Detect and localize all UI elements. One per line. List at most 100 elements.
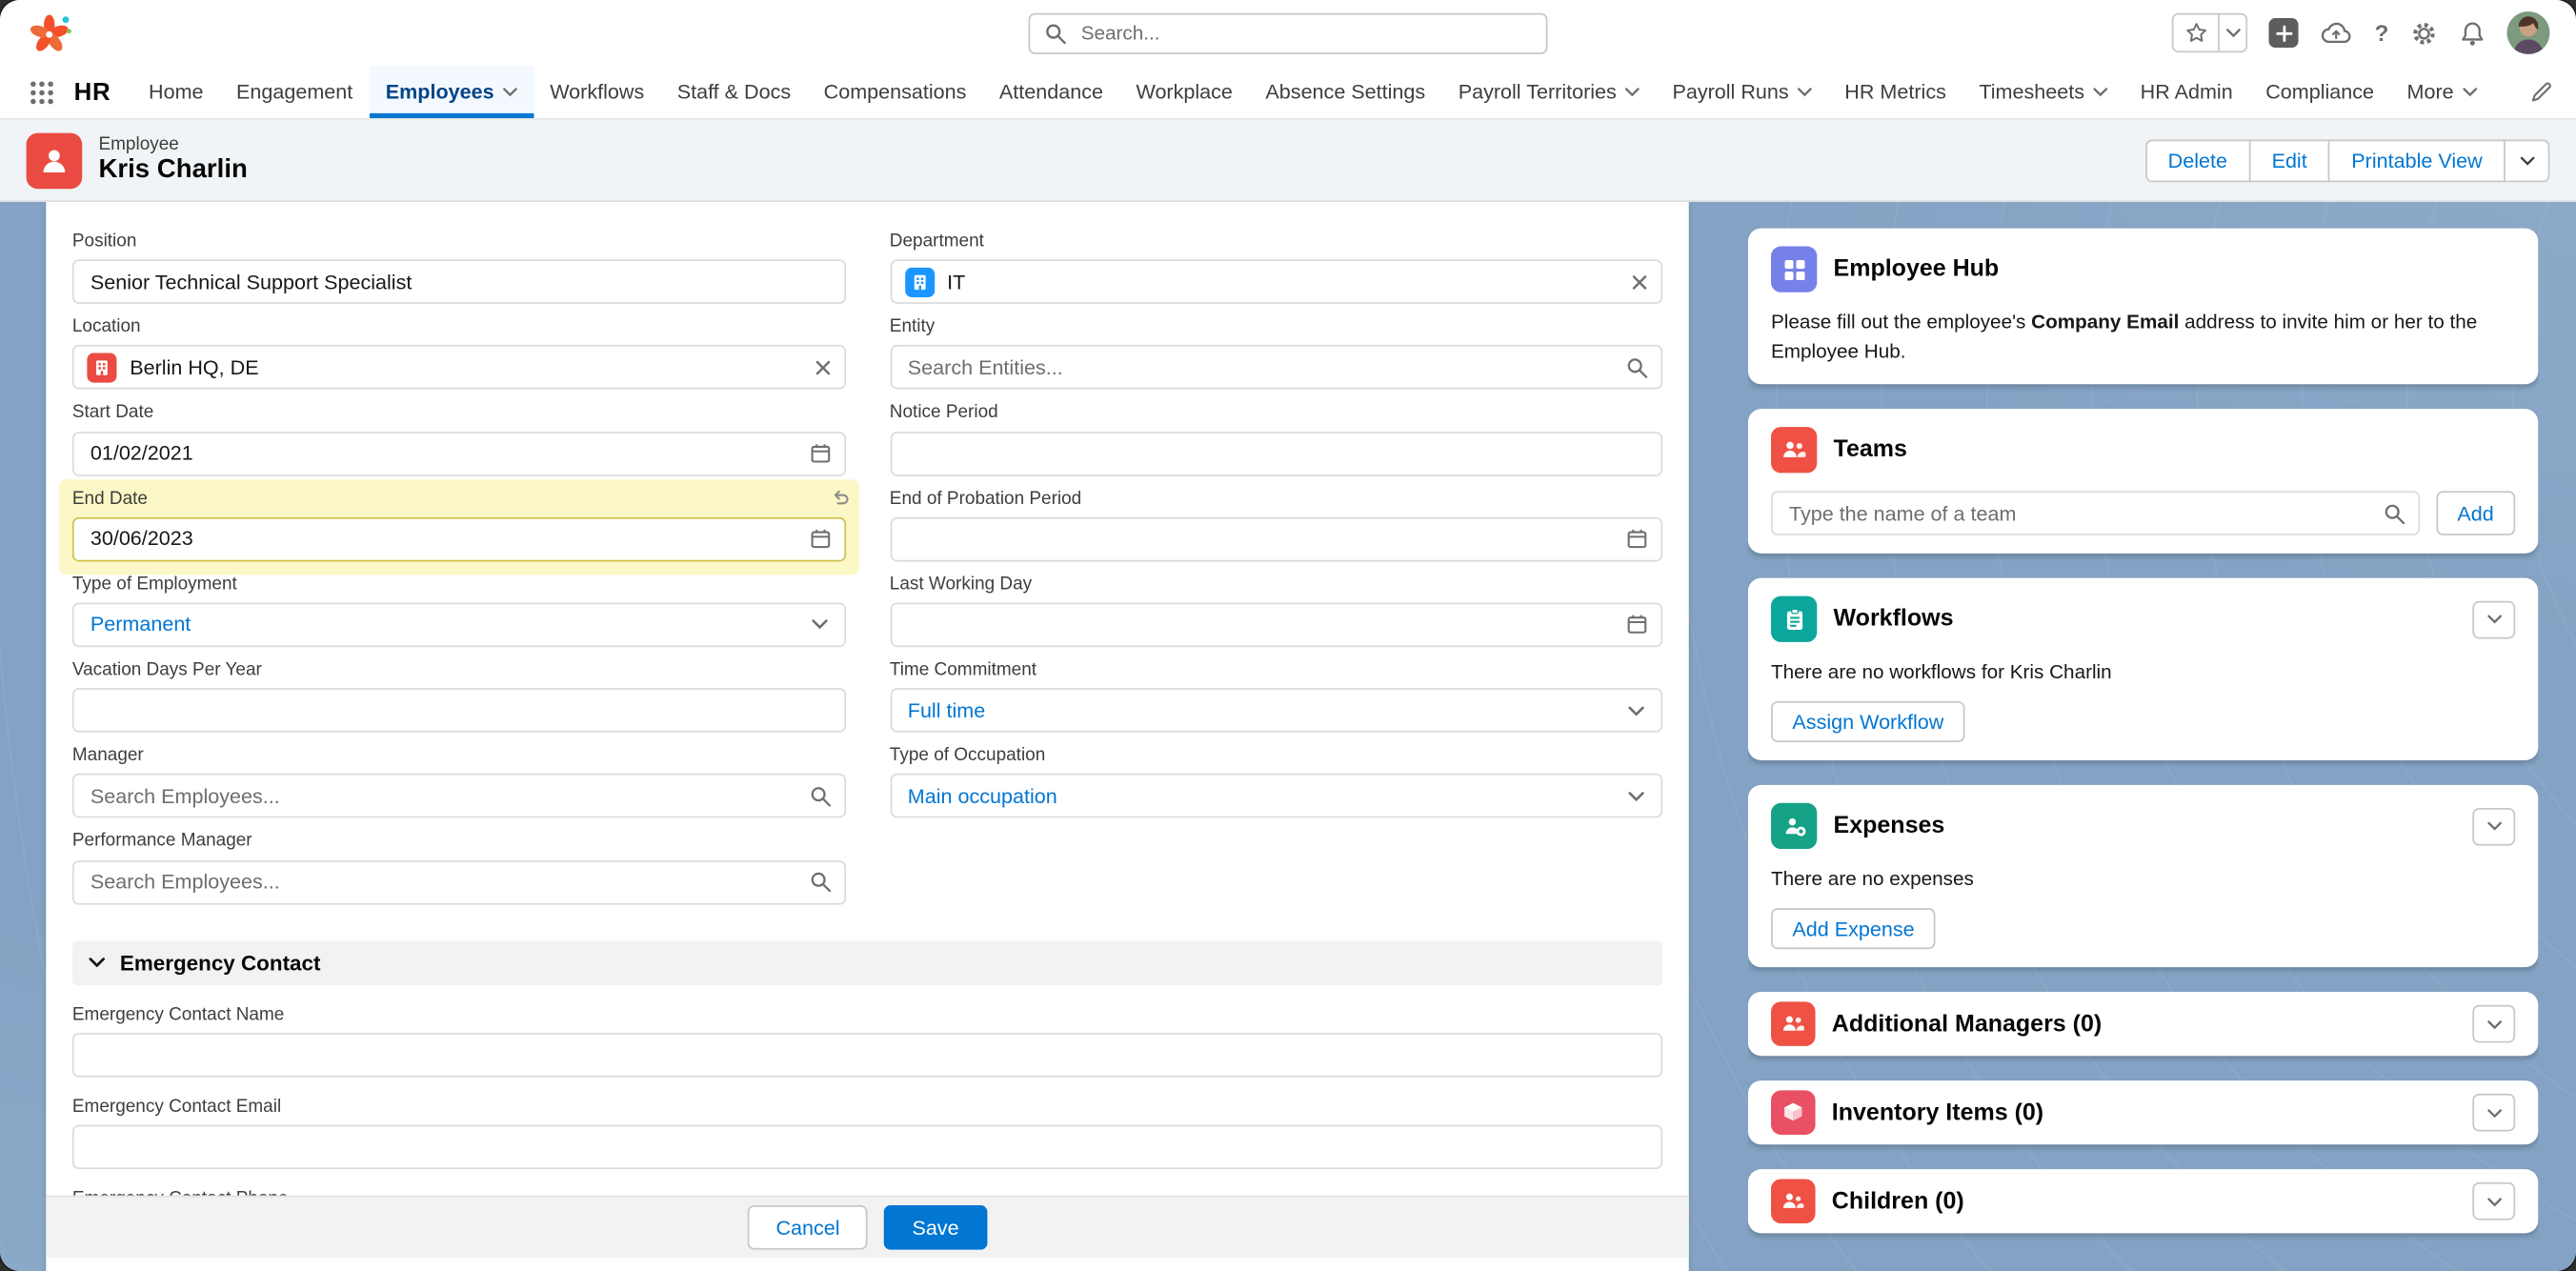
tab-label: Absence Settings — [1265, 80, 1425, 103]
emergency-contact-name-input[interactable] — [72, 1033, 1662, 1078]
department-lookup[interactable]: IT — [890, 260, 1662, 305]
user-avatar[interactable] — [2507, 11, 2550, 54]
workflows-menu-button[interactable] — [2472, 600, 2515, 638]
card-title: Expenses — [1834, 813, 1945, 839]
calendar-icon[interactable] — [1626, 614, 1647, 635]
position-input[interactable] — [72, 260, 845, 305]
emergency-contact-email-input[interactable] — [72, 1124, 1662, 1169]
tab-workplace[interactable]: Workplace — [1119, 66, 1249, 118]
chevron-down-icon — [811, 620, 827, 630]
vacation-days-per-year-input[interactable] — [72, 688, 845, 733]
end-date-input[interactable] — [72, 516, 845, 561]
setup-gear-icon[interactable] — [2410, 19, 2438, 47]
tab-compliance[interactable]: Compliance — [2249, 66, 2390, 118]
search-icon — [1626, 357, 1647, 378]
employee-hub-text: Please fill out the employee's Company E… — [1771, 307, 2515, 366]
clear-icon[interactable] — [1631, 273, 1647, 290]
calendar-icon[interactable] — [809, 443, 830, 464]
field-location: Location Berlin HQ, DE — [72, 317, 845, 390]
save-button[interactable]: Save — [884, 1205, 987, 1250]
performance-manager-search-input[interactable] — [72, 859, 845, 904]
tab-workflows[interactable]: Workflows — [533, 66, 661, 118]
delete-button[interactable]: Delete — [2145, 139, 2251, 182]
add-expense-button[interactable]: Add Expense — [1771, 908, 1936, 949]
global-search[interactable] — [1029, 12, 1548, 53]
notice-period-input[interactable] — [890, 432, 1662, 476]
record-name: Kris Charlin — [98, 156, 247, 186]
tab-attendance[interactable]: Attendance — [983, 66, 1120, 118]
favorites-star-icon[interactable] — [2174, 15, 2219, 51]
tab-hr-metrics[interactable]: HR Metrics — [1828, 66, 1962, 118]
emergency-contact-section-header[interactable]: Emergency Contact — [72, 940, 1662, 985]
tab-more[interactable]: More — [2390, 66, 2493, 118]
children-menu-button[interactable] — [2472, 1182, 2515, 1221]
field-label: Department — [890, 232, 1662, 253]
company-email-bold: Company Email — [2031, 311, 2179, 333]
start-date-input[interactable] — [72, 432, 845, 476]
tab-engagement[interactable]: Engagement — [220, 66, 370, 118]
tab-label: Engagement — [236, 80, 352, 103]
field-label: Entity — [890, 317, 1662, 339]
tab-payroll-territories[interactable]: Payroll Territories — [1441, 66, 1656, 118]
form-footer: Cancel Save — [46, 1196, 1688, 1258]
field-label: Manager — [72, 746, 845, 768]
calendar-icon[interactable] — [1626, 529, 1647, 550]
field-time-commitment: Time Commitment Full time — [890, 660, 1662, 733]
field-label: Notice Period — [890, 403, 1662, 425]
tab-absence-settings[interactable]: Absence Settings — [1249, 66, 1441, 118]
printable-view-button[interactable]: Printable View — [2328, 139, 2506, 182]
assign-workflow-button[interactable]: Assign Workflow — [1771, 701, 1965, 742]
children-card: Children (0) — [1748, 1169, 2538, 1233]
favorites-menu-chevron-icon[interactable] — [2219, 15, 2246, 51]
department-value: IT — [947, 271, 965, 293]
tab-timesheets[interactable]: Timesheets — [1962, 66, 2123, 118]
clear-icon[interactable] — [814, 359, 830, 375]
tab-staff-docs[interactable]: Staff & Docs — [660, 66, 807, 118]
last-working-day-input[interactable] — [890, 602, 1662, 647]
tab-employees[interactable]: Employees — [369, 66, 533, 118]
cloud-upload-icon[interactable] — [2321, 20, 2353, 47]
location-lookup[interactable]: Berlin HQ, DE — [72, 346, 845, 391]
end-date-changed-highlight: End Date — [59, 479, 858, 575]
entity-search-input[interactable] — [890, 346, 1662, 391]
inventory-items-menu-button[interactable] — [2472, 1094, 2515, 1132]
chevron-down-icon — [89, 958, 105, 967]
more-actions-button[interactable] — [2504, 139, 2549, 182]
card-title: Teams — [1834, 436, 1907, 463]
workflows-empty-text: There are no workflows for Kris Charlin — [1771, 656, 2515, 686]
tab-payroll-runs[interactable]: Payroll Runs — [1656, 66, 1828, 118]
additional-managers-menu-button[interactable] — [2472, 1005, 2515, 1043]
end-of-probation-period-input[interactable] — [890, 516, 1662, 561]
tab-home[interactable]: Home — [132, 66, 220, 118]
type-of-occupation-select[interactable]: Main occupation — [890, 774, 1662, 818]
global-actions-plus-icon[interactable] — [2269, 18, 2299, 48]
tab-hr-admin[interactable]: HR Admin — [2123, 66, 2249, 118]
app-launcher-icon[interactable] — [16, 66, 66, 118]
add-team-button[interactable]: Add — [2436, 491, 2515, 535]
field-emergency-contact-email: Emergency Contact Email — [72, 1097, 1662, 1169]
search-icon — [1045, 22, 1066, 43]
cancel-button[interactable]: Cancel — [748, 1205, 868, 1250]
type-of-employment-select[interactable]: Permanent — [72, 602, 845, 647]
field-end-of-probation-period: End of Probation Period — [890, 489, 1662, 561]
chevron-down-icon — [2093, 87, 2108, 96]
teams-card: Teams Add — [1748, 409, 2538, 554]
card-title: Additional Managers (0) — [1832, 1011, 2102, 1038]
flair-logo[interactable] — [27, 10, 72, 55]
tab-label: Employees — [386, 80, 494, 103]
calendar-icon[interactable] — [809, 529, 830, 550]
notifications-bell-icon[interactable] — [2460, 19, 2486, 47]
card-title: Inventory Items (0) — [1832, 1100, 2043, 1126]
edit-button[interactable]: Edit — [2248, 139, 2329, 182]
field-label: Time Commitment — [890, 660, 1662, 682]
team-search-input[interactable] — [1771, 491, 2420, 535]
undo-icon[interactable] — [829, 485, 849, 505]
nav-edit-pencil-icon[interactable] — [2530, 66, 2553, 118]
tab-compensations[interactable]: Compensations — [807, 66, 982, 118]
global-search-input[interactable] — [1077, 20, 1531, 47]
expenses-menu-button[interactable] — [2472, 807, 2515, 845]
location-value: Berlin HQ, DE — [130, 356, 258, 379]
manager-search-input[interactable] — [72, 774, 845, 818]
time-commitment-select[interactable]: Full time — [890, 688, 1662, 733]
help-icon[interactable]: ? — [2375, 20, 2389, 47]
